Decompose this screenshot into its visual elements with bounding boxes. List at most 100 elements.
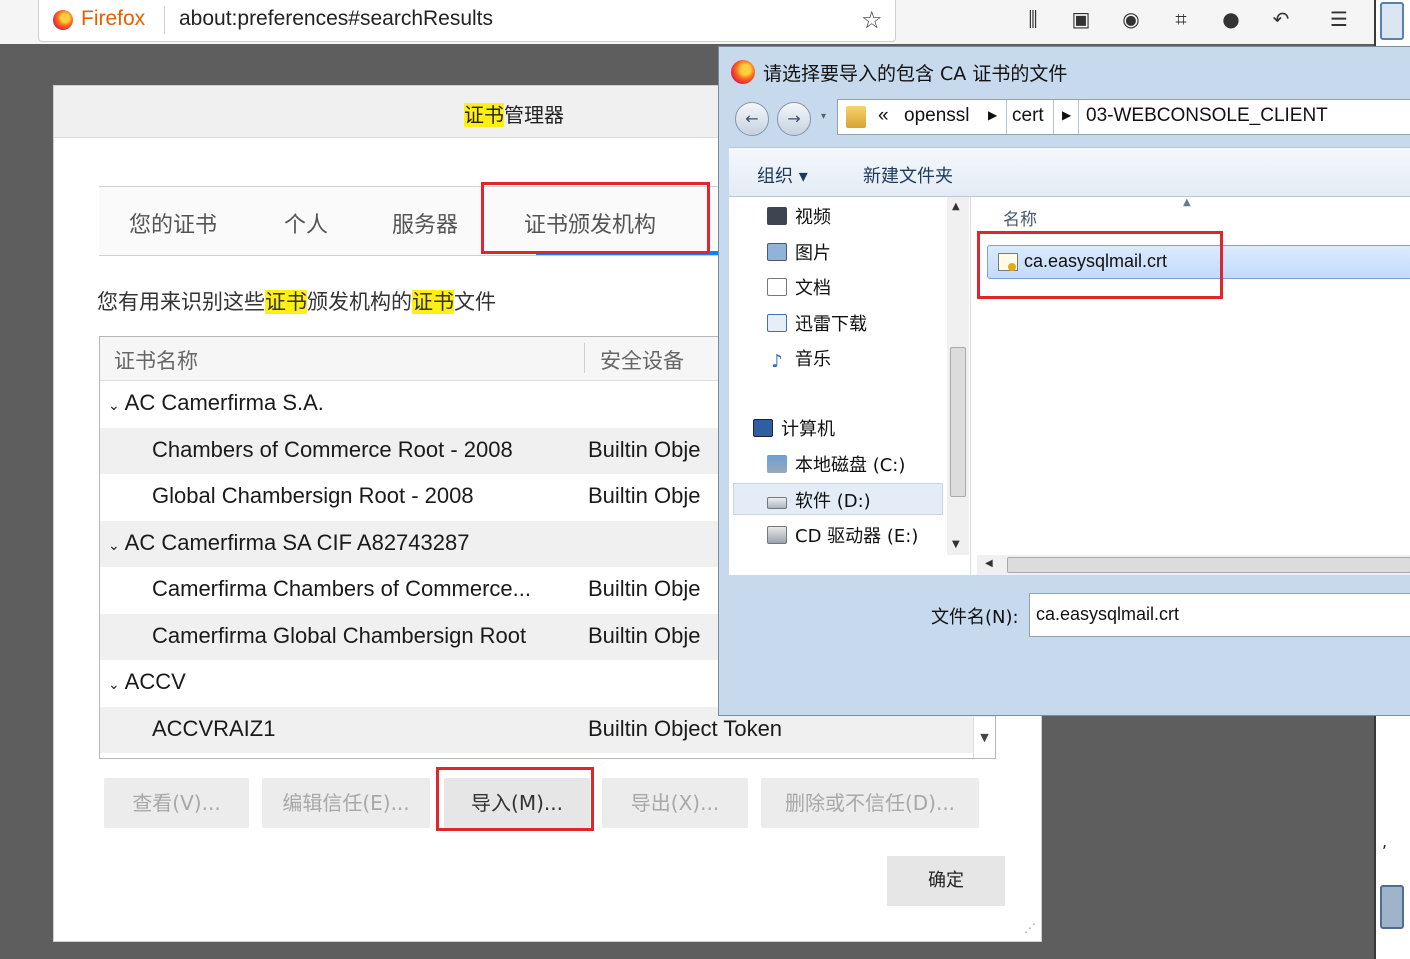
breadcrumb-current[interactable]: 03-WEBCONSOLE_CLIENT: [1086, 105, 1328, 127]
breadcrumb-openssl[interactable]: openssl: [904, 105, 970, 127]
navigation-pane: 视频 图片 文档 迅雷下载 ♪ 音乐 计算机 本地磁盘 (C:) 软件 (D:) …: [729, 197, 971, 575]
column-security-device[interactable]: 安全设备: [600, 345, 684, 375]
group-name: ACCV: [124, 669, 186, 694]
breadcrumb-cert[interactable]: cert: [1012, 105, 1044, 127]
column-separator: [584, 343, 585, 373]
reader-icon[interactable]: ▣: [1068, 6, 1094, 32]
expand-chevron-icon[interactable]: ⌄: [108, 676, 120, 692]
firefox-logo-icon: [731, 60, 755, 84]
disk-icon: [767, 455, 787, 473]
url-separator: [164, 6, 165, 34]
filename-label: 文件名(N):: [931, 607, 1019, 628]
nav-item-downloads[interactable]: 迅雷下载: [767, 310, 867, 336]
forward-icon[interactable]: →: [777, 102, 811, 136]
nav-item-pictures[interactable]: 图片: [767, 239, 831, 265]
annotation-box-file: [977, 231, 1223, 299]
scroll-up-icon[interactable]: ▲: [952, 201, 960, 212]
desc-part: 文件: [454, 290, 496, 314]
nav-label: 软件 (D:): [795, 491, 871, 512]
sort-indicator-icon: ▲: [1183, 197, 1191, 208]
cd-drive-icon: [767, 526, 787, 544]
scroll-down-icon[interactable]: ▼: [952, 539, 960, 550]
expand-chevron-icon[interactable]: ⌄: [108, 397, 120, 413]
title-text: 管理器: [504, 103, 564, 127]
export-button[interactable]: 导出(X)...: [602, 778, 748, 828]
scroll-left-icon[interactable]: ◀: [985, 558, 993, 569]
cert-name: Global Chambersign Root - 2008: [152, 483, 474, 508]
new-folder-button[interactable]: 新建文件夹: [863, 162, 953, 188]
screenshot-icon[interactable]: ⌗: [1168, 6, 1194, 32]
cert-name: Camerfirma Global Chambersign Root: [152, 622, 527, 648]
nav-scroll-thumb[interactable]: [950, 347, 966, 497]
back-arrow-icon[interactable]: ↶: [1268, 6, 1294, 32]
group-label: ⌄ AC Camerfirma SA CIF A82743287: [108, 530, 469, 556]
nav-item-cd-e[interactable]: CD 驱动器 (E:): [767, 522, 918, 548]
tab-your-certs[interactable]: 您的证书: [129, 207, 217, 239]
tab-personal[interactable]: 个人: [284, 207, 328, 239]
chat-icon[interactable]: ●: [1218, 6, 1244, 32]
group-label: ⌄ ACCV: [108, 669, 186, 695]
nav-label: 计算机: [781, 419, 835, 440]
cert-device: Builtin Object Token: [588, 715, 783, 741]
file-list-hscrollbar[interactable]: ◀: [977, 555, 1410, 575]
background-window-icon: [1380, 2, 1404, 40]
annotation-box-import: [436, 767, 594, 831]
library-icon[interactable]: ⫼: [1020, 6, 1046, 32]
url-bar[interactable]: Firefox about:preferences#searchResults …: [38, 0, 896, 42]
cert-device: Builtin Obje: [588, 483, 701, 508]
back-icon[interactable]: ←: [735, 102, 769, 136]
browser-brand: Firefox: [81, 7, 146, 30]
cert-name: ACCVRAIZ1: [152, 715, 276, 741]
h-scroll-thumb[interactable]: [1007, 557, 1410, 573]
cert-name: Chambers of Commerce Root - 2008: [152, 436, 513, 462]
column-cert-name[interactable]: 证书名称: [114, 345, 198, 375]
address-bar[interactable]: « openssl ▶ cert ▶ 03-WEBCONSOLE_CLIENT: [837, 99, 1410, 135]
nav-item-disk-d[interactable]: 软件 (D:): [767, 487, 871, 513]
drive-icon: [767, 497, 787, 509]
firefox-logo-icon: [53, 10, 73, 30]
nav-item-computer[interactable]: 计算机: [753, 415, 835, 441]
nav-item-videos[interactable]: 视频: [767, 203, 831, 229]
file-dialog-toolbar: 组织 ▾ 新建文件夹: [729, 147, 1410, 197]
nav-item-documents[interactable]: 文档: [767, 274, 831, 300]
annotation-box-tab: [481, 182, 710, 254]
view-button[interactable]: 查看(V)...: [104, 778, 249, 828]
breadcrumb-arrow-icon[interactable]: ▶: [988, 108, 997, 122]
column-name[interactable]: 名称: [1003, 205, 1037, 230]
cert-device: Builtin Obje: [588, 436, 701, 462]
documents-icon: [767, 278, 787, 296]
nav-scrollbar[interactable]: ▲ ▼: [947, 197, 969, 555]
account-icon[interactable]: ◉: [1118, 6, 1144, 32]
video-icon: [767, 207, 787, 225]
breadcrumb-arrow-icon[interactable]: ▶: [1062, 108, 1071, 122]
scroll-down-arrow-icon[interactable]: ▼: [973, 717, 995, 758]
breadcrumb-overflow[interactable]: «: [878, 105, 889, 127]
desc-part: 您有用来识别这些: [97, 290, 265, 314]
delete-distrust-button[interactable]: 删除或不信任(D)...: [761, 778, 979, 828]
menu-icon[interactable]: ☰: [1326, 6, 1352, 32]
group-label: ⌄ AC Camerfirma S.A.: [108, 390, 324, 416]
file-dialog-body: 视频 图片 文档 迅雷下载 ♪ 音乐 计算机 本地磁盘 (C:) 软件 (D:) …: [729, 197, 1410, 575]
recent-locations-chevron-icon[interactable]: ▾: [821, 111, 826, 122]
organize-menu[interactable]: 组织 ▾: [757, 162, 808, 188]
ok-button[interactable]: 确定: [887, 856, 1005, 906]
nav-item-music[interactable]: ♪ 音乐: [767, 345, 831, 371]
nav-item-disk-c[interactable]: 本地磁盘 (C:): [767, 451, 905, 477]
pictures-icon: [767, 243, 787, 261]
computer-icon: [753, 419, 773, 437]
edit-trust-button[interactable]: 编辑信任(E)...: [262, 778, 430, 828]
resize-grip-icon[interactable]: ⋰: [1024, 921, 1036, 935]
cert-device: Builtin Obje: [588, 622, 701, 648]
cert-device: Builtin Obje: [588, 576, 701, 601]
url-text[interactable]: about:preferences#searchResults: [179, 7, 493, 31]
tab-servers[interactable]: 服务器: [392, 207, 458, 239]
filename-value[interactable]: ca.easysqlmail.crt: [1036, 604, 1179, 625]
background-window-icon: [1380, 885, 1404, 929]
filename-input[interactable]: ca.easysqlmail.crt: [1029, 593, 1410, 637]
nav-label: 文档: [795, 278, 831, 299]
nav-label: 迅雷下载: [795, 314, 867, 335]
nav-label: 本地磁盘 (C:): [795, 455, 906, 476]
expand-chevron-icon[interactable]: ⌄: [108, 537, 120, 553]
bookmark-star-icon[interactable]: ☆: [861, 6, 883, 34]
cert-name: Camerfirma Chambers of Commerce...: [152, 576, 531, 601]
